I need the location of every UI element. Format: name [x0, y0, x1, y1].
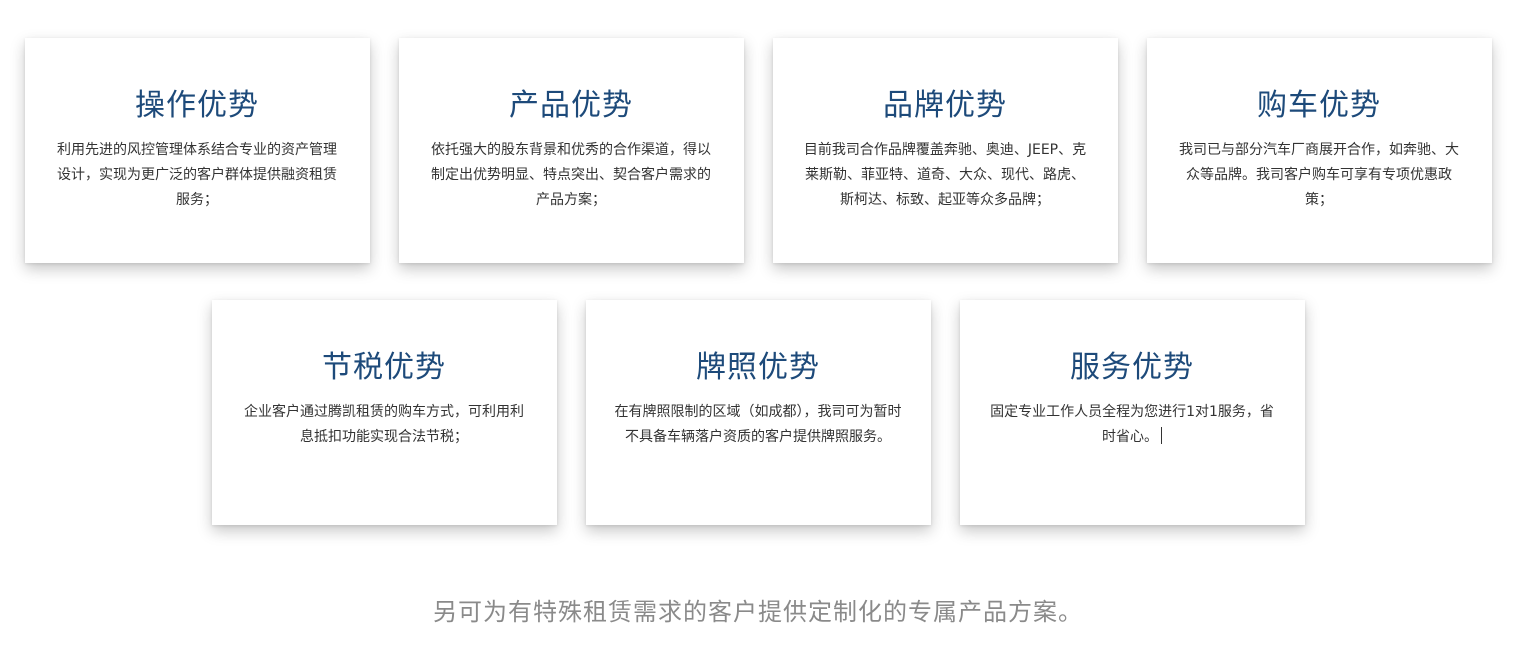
card-brand-advantage: 品牌优势 目前我司合作品牌覆盖奔驰、奥迪、JEEP、克莱斯勒、菲亚特、道奇、大众…	[772, 38, 1118, 263]
advantages-section: 操作优势 利用先进的风控管理体系结合专业的资产管理设计，实现为更广泛的客户群体提…	[0, 0, 1516, 651]
card-title: 服务优势	[1070, 350, 1194, 385]
card-product-advantage: 产品优势 依托强大的股东背景和优秀的合作渠道，得以制定出优势明显、特点突出、契合…	[398, 38, 744, 263]
card-description: 我司已与部分汽车厂商展开合作，如奔驰、大众等品牌。我司客户购车可享有专项优惠政策…	[1179, 142, 1459, 208]
card-service-advantage: 服务优势 固定专业工作人员全程为您进行1对1服务，省时省心。	[959, 300, 1305, 525]
card-title: 节税优势	[322, 350, 446, 385]
card-title: 品牌优势	[883, 88, 1007, 123]
card-tax-advantage: 节税优势 企业客户通过腾凯租赁的购车方式，可利用利息抵扣功能实现合法节税；	[211, 300, 557, 525]
custom-solution-note: 另可为有特殊租赁需求的客户提供定制化的专属产品方案。	[433, 598, 1083, 626]
text-cursor	[1161, 427, 1162, 444]
card-description: 目前我司合作品牌覆盖奔驰、奥迪、JEEP、克莱斯勒、菲亚特、道奇、大众、现代、路…	[803, 142, 1087, 208]
card-operation-advantage: 操作优势 利用先进的风控管理体系结合专业的资产管理设计，实现为更广泛的客户群体提…	[24, 38, 370, 263]
card-description: 利用先进的风控管理体系结合专业的资产管理设计，实现为更广泛的客户群体提供融资租赁…	[57, 142, 337, 208]
card-description-text: 固定专业工作人员全程为您进行1对1服务，省时省心。	[990, 404, 1274, 445]
card-title: 操作优势	[135, 88, 259, 123]
card-title: 牌照优势	[696, 350, 820, 385]
card-license-advantage: 牌照优势 在有牌照限制的区域（如成都），我司可为暂时不具备车辆落户资质的客户提供…	[585, 300, 931, 525]
card-description: 企业客户通过腾凯租赁的购车方式，可利用利息抵扣功能实现合法节税；	[244, 404, 524, 445]
card-title: 购车优势	[1257, 88, 1381, 123]
card-purchase-advantage: 购车优势 我司已与部分汽车厂商展开合作，如奔驰、大众等品牌。我司客户购车可享有专…	[1146, 38, 1492, 263]
card-description: 在有牌照限制的区域（如成都），我司可为暂时不具备车辆落户资质的客户提供牌照服务。	[614, 404, 902, 445]
card-description: 固定专业工作人员全程为您进行1对1服务，省时省心。	[988, 400, 1277, 450]
advantages-row-2: 节税优势 企业客户通过腾凯租赁的购车方式，可利用利息抵扣功能实现合法节税； 牌照…	[0, 300, 1516, 525]
card-title: 产品优势	[509, 88, 633, 123]
card-description: 依托强大的股东背景和优秀的合作渠道，得以制定出优势明显、特点突出、契合客户需求的…	[431, 142, 711, 208]
advantages-row-1: 操作优势 利用先进的风控管理体系结合专业的资产管理设计，实现为更广泛的客户群体提…	[0, 38, 1516, 263]
